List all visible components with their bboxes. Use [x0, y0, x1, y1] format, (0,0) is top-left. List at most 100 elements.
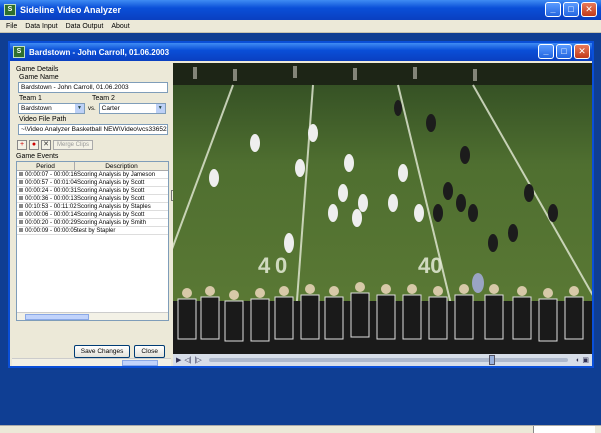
event-description: Scoring Analysis by Scott — [77, 196, 145, 202]
column-period[interactable]: Period — [17, 162, 75, 170]
game-window-titlebar: S Bardstown - John Carroll, 01.06.2003 _… — [10, 43, 592, 61]
game-name-field[interactable]: Bardstown - John Carroll, 01.06.2003 — [18, 82, 168, 93]
app-titlebar: S Sideline Video Analyzer _ □ ✕ — [0, 0, 601, 20]
yard-number: 40 — [418, 253, 442, 278]
row-marker-icon — [19, 228, 23, 232]
close-icon[interactable]: ✕ — [574, 44, 590, 59]
row-marker-icon — [19, 204, 23, 208]
list-item[interactable]: 00:00:36 - 00:00:13 Scoring Analysis by S… — [17, 195, 168, 203]
step-back-icon[interactable]: ◁| — [184, 356, 191, 364]
close-button[interactable]: Close — [134, 345, 165, 358]
yard-number: 4 — [258, 253, 271, 278]
fullscreen-icon[interactable]: ▣ — [582, 356, 589, 364]
menu-file[interactable]: File — [6, 23, 17, 30]
details-panel: Game Details Game Name Bardstown - John … — [12, 63, 178, 366]
event-period: 00:00:20 - 00:00:29 — [25, 220, 78, 226]
team1-value: Bardstown — [21, 105, 52, 112]
list-item[interactable]: 00:00:57 - 00:01:04 Scoring Analysis by S… — [17, 179, 168, 187]
list-item[interactable]: 00:00:09 - 00:00:05 test by Stapler — [17, 227, 168, 235]
event-description: Scoring Analysis by Scott — [77, 180, 145, 186]
event-period: 00:00:24 - 00:00:31 — [25, 188, 78, 194]
vs-label: vs. — [88, 105, 96, 112]
game-window-controls: _ □ ✕ — [538, 44, 590, 59]
menu-data-input[interactable]: Data Input — [25, 23, 57, 30]
events-header: Period Description — [17, 162, 168, 171]
list-item[interactable]: 00:10:53 - 00:11:02 Scoring Analysis by S… — [17, 203, 168, 211]
scrollbar-thumb[interactable] — [25, 314, 89, 320]
app-title: Sideline Video Analyzer — [20, 5, 122, 15]
volume-icon[interactable]: ◖ — [575, 357, 579, 364]
seek-bar[interactable] — [208, 355, 569, 365]
team2-value: Carter — [101, 105, 120, 112]
window-icon: S — [13, 46, 25, 58]
column-description[interactable]: Description — [75, 162, 168, 170]
app-window-controls: _ □ ✕ — [545, 2, 597, 17]
event-description: Scoring Analysis by Scott — [77, 188, 145, 194]
game-window-title: Bardstown - John Carroll, 01.06.2003 — [29, 47, 170, 57]
chevron-down-icon[interactable]: ▼ — [75, 104, 84, 113]
merge-clips-button[interactable]: Merge Clips — [53, 140, 93, 150]
mdi-workspace: S Bardstown - John Carroll, 01.06.2003 _… — [0, 33, 601, 425]
dialog-buttons: Save Changes Close — [12, 345, 171, 358]
yard-number: 0 — [275, 253, 287, 278]
event-period: 00:00:57 - 00:01:04 — [25, 180, 78, 186]
record-icon[interactable]: ● — [29, 140, 39, 150]
chevron-down-icon[interactable]: ▼ — [155, 104, 165, 113]
event-period: 00:00:07 - 00:00:16 — [25, 172, 78, 178]
play-icon[interactable]: ▶ — [176, 356, 181, 364]
event-description: Scoring Analysis by Jameson — [77, 172, 156, 178]
seek-handle[interactable] — [489, 355, 496, 365]
event-description: Scoring Analysis by Smith — [77, 220, 147, 226]
minimize-icon[interactable]: _ — [545, 2, 561, 17]
video-player[interactable]: 4 0 40 — [173, 63, 592, 354]
list-item[interactable]: 00:00:07 - 00:00:16 Scoring Analysis by J… — [17, 171, 168, 179]
game-window: S Bardstown - John Carroll, 01.06.2003 _… — [8, 41, 594, 368]
event-period: 00:10:53 - 00:11:02 — [25, 204, 77, 210]
step-forward-icon[interactable]: |▷ — [195, 356, 202, 364]
delete-icon[interactable]: ✕ — [41, 140, 51, 150]
add-event-icon[interactable]: + — [17, 140, 27, 150]
team1-label: Team 1 — [19, 95, 42, 102]
team1-select[interactable]: Bardstown ▼ — [18, 103, 85, 114]
row-marker-icon — [19, 188, 23, 192]
row-marker-icon — [19, 180, 23, 184]
event-period: 00:00:06 - 00:00:14 — [25, 212, 78, 218]
event-period: 00:00:09 - 00:00:05 — [25, 228, 78, 234]
panel-horizontal-scrollbar[interactable] — [12, 358, 171, 366]
menu-about[interactable]: About — [111, 23, 129, 30]
events-horizontal-scrollbar[interactable] — [17, 312, 168, 320]
event-period: 00:00:36 - 00:00:13 — [25, 196, 78, 202]
row-marker-icon — [19, 212, 23, 216]
maximize-icon[interactable]: □ — [556, 44, 572, 59]
event-description: test by Stapler — [77, 228, 116, 234]
row-marker-icon — [19, 172, 23, 176]
video-path-label: Video File Path — [19, 116, 67, 123]
event-description: Scoring Analysis by Staples — [77, 204, 151, 210]
team2-label: Team 2 — [92, 95, 115, 102]
menu-data-output[interactable]: Data Output — [66, 23, 104, 30]
events-list[interactable]: Period Description 00:00:07 - 00:00:16 Sc… — [16, 161, 169, 321]
app-icon: S — [4, 4, 16, 16]
row-marker-icon — [19, 220, 23, 224]
list-item[interactable]: 00:00:20 - 00:00:29 Scoring Analysis by S… — [17, 219, 168, 227]
status-strip — [0, 425, 601, 433]
game-details-heading: Game Details — [16, 66, 59, 73]
list-item[interactable]: 00:00:06 - 00:00:14 Scoring Analysis by S… — [17, 211, 168, 219]
events-toolbar: + ● ✕ Merge Clips — [12, 138, 171, 152]
menubar: File Data Input Data Output About — [0, 20, 601, 33]
status-panel — [533, 426, 595, 433]
team2-select[interactable]: Carter ▼ — [98, 103, 166, 114]
video-path-field[interactable]: ~\Video Analyzer Basketball NEW\Video\vc… — [18, 124, 168, 135]
row-marker-icon — [19, 196, 23, 200]
scrollbar-thumb[interactable] — [122, 360, 158, 366]
game-name-label: Game Name — [19, 74, 59, 81]
minimize-icon[interactable]: _ — [538, 44, 554, 59]
playback-controls: ▶ ◁| |▷ ◖ ▣ — [173, 354, 592, 366]
game-events-heading: Game Events — [16, 153, 59, 160]
list-item[interactable]: 00:00:24 - 00:00:31 Scoring Analysis by S… — [17, 187, 168, 195]
maximize-icon[interactable]: □ — [563, 2, 579, 17]
close-icon[interactable]: ✕ — [581, 2, 597, 17]
event-description: Scoring Analysis by Scott — [77, 212, 145, 218]
video-frame: 4 0 40 — [173, 63, 592, 354]
save-changes-button[interactable]: Save Changes — [73, 345, 131, 358]
